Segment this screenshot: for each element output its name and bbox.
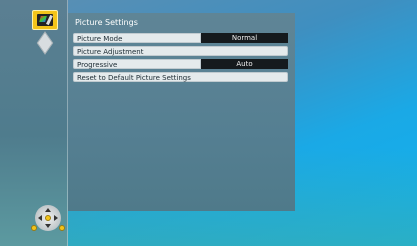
progressive-value[interactable]: Auto — [201, 59, 288, 69]
picture-mode-row[interactable]: Picture Mode Normal — [73, 33, 288, 43]
picture-category-button[interactable] — [32, 10, 58, 30]
progressive-label: Progressive — [73, 59, 201, 69]
picture-adjustment-row[interactable]: Picture Adjustment — [73, 46, 288, 56]
picture-mode-value[interactable]: Normal — [201, 33, 288, 43]
panel-title: Picture Settings — [75, 18, 138, 27]
cube-icon — [36, 31, 54, 55]
ok-button-icon — [45, 215, 51, 221]
arrow-left-icon — [38, 215, 42, 221]
return-dot-icon — [31, 225, 37, 231]
picture-palette-icon — [37, 14, 53, 26]
progressive-row[interactable]: Progressive Auto — [73, 59, 288, 69]
directional-pad-icon — [31, 205, 65, 231]
arrow-up-icon — [45, 208, 51, 212]
arrow-down-icon — [45, 224, 51, 228]
picture-mode-label: Picture Mode — [73, 33, 201, 43]
picture-settings-panel: Picture Settings Picture Mode Normal Pic… — [68, 13, 295, 211]
arrow-right-icon — [54, 215, 58, 221]
reset-defaults-row[interactable]: Reset to Default Picture Settings — [73, 72, 288, 82]
option-dot-icon — [59, 225, 65, 231]
other-category-button[interactable] — [32, 31, 58, 55]
